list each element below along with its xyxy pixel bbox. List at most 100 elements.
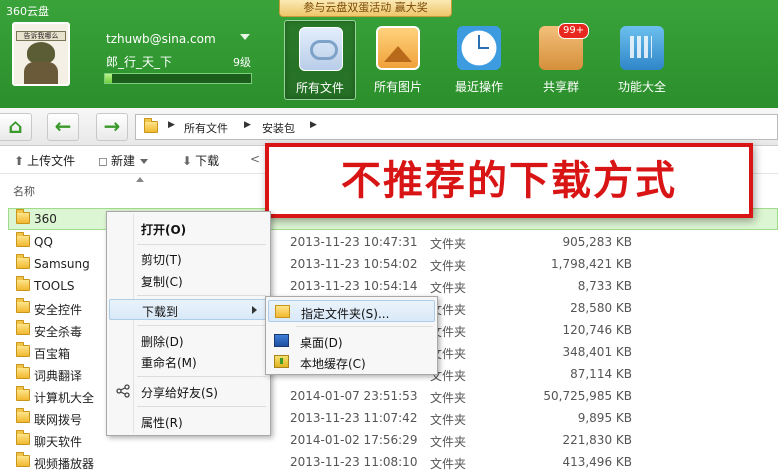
promo-banner[interactable]: 参与云盘双蛋活动 赢大奖 xyxy=(279,0,452,17)
upload-arrow-icon: ⬆ xyxy=(14,154,25,168)
folder-icon xyxy=(16,276,30,291)
file-type: 文件夹 xyxy=(430,435,467,449)
share-icon[interactable]: < xyxy=(250,152,263,166)
forward-button[interactable]: → xyxy=(96,113,128,141)
file-name: Samsung xyxy=(34,257,90,271)
nav-label: 功能大全 xyxy=(617,80,666,94)
file-name: 视频播放器 xyxy=(34,457,95,471)
folder-icon xyxy=(16,342,30,357)
breadcrumb-item[interactable]: 所有文件 xyxy=(184,120,228,136)
submenu-item-local-cache[interactable]: 本地缓存(C) xyxy=(268,351,435,373)
files-cloud-icon xyxy=(299,27,343,71)
level-progress-bar xyxy=(104,73,252,84)
submenu-item-desktop[interactable]: 桌面(D) xyxy=(268,330,435,352)
folder-icon xyxy=(16,430,30,445)
file-date: 2013-11-23 11:07:42 xyxy=(290,411,418,425)
file-name: TOOLS xyxy=(34,279,75,293)
nav-recent[interactable]: 最近操作 xyxy=(443,20,515,100)
folder-icon xyxy=(144,118,158,133)
download-to-submenu: 指定文件夹(S)... 桌面(D) 本地缓存(C) xyxy=(265,296,438,375)
share-icon xyxy=(116,384,130,398)
nav-label: 最近操作 xyxy=(454,80,503,94)
menu-item-share[interactable]: 分享给好友(S) xyxy=(109,381,268,402)
upload-button[interactable]: ⬆ 上传文件 xyxy=(14,152,75,169)
home-button[interactable]: ⌂ xyxy=(0,113,32,141)
file-size: 348,401 KB xyxy=(562,345,632,359)
file-date: 2014-01-07 23:51:53 xyxy=(290,389,418,403)
folder-icon xyxy=(16,452,30,467)
breadcrumb[interactable]: ▶ 所有文件 ▶ 安装包 ▶ xyxy=(135,114,778,140)
download-arrow-icon: ⬇ xyxy=(182,154,193,168)
file-row[interactable]: 视频播放器 2013-11-23 11:08:10 文件夹 413,496 KB xyxy=(0,451,778,473)
breadcrumb-item[interactable]: 安装包 xyxy=(262,120,295,136)
nav-all-files[interactable]: 所有文件 xyxy=(284,20,356,100)
file-type: 文件夹 xyxy=(430,413,467,427)
tools-icon xyxy=(620,26,664,70)
avatar[interactable]: 告诉我哪么 xyxy=(12,22,70,86)
file-type: 文件夹 xyxy=(430,281,467,295)
folder-icon xyxy=(16,298,30,313)
chevron-right-icon xyxy=(252,306,257,314)
clock-icon xyxy=(457,26,501,70)
nav-share-group[interactable]: 99+ 共享群 xyxy=(525,20,597,100)
forward-arrow-icon: → xyxy=(103,114,121,138)
address-bar: ⌂ ← → ▶ 所有文件 ▶ 安装包 ▶ xyxy=(0,108,778,146)
sort-arrow-icon xyxy=(136,177,144,182)
file-size: 87,114 KB xyxy=(570,367,632,381)
file-name: 360 xyxy=(34,212,57,226)
download-button[interactable]: ⬇ 下载 xyxy=(182,152,219,169)
submenu-item-folder[interactable]: 指定文件夹(S)... xyxy=(268,300,435,322)
file-size: 28,580 KB xyxy=(570,301,632,315)
nav-all-photos[interactable]: 所有图片 xyxy=(362,20,434,100)
column-name-header[interactable]: 名称 xyxy=(13,183,35,199)
back-button[interactable]: ← xyxy=(47,113,79,141)
file-size: 221,830 KB xyxy=(562,433,632,447)
file-name: 聊天软件 xyxy=(34,435,83,449)
nav-label: 所有图片 xyxy=(373,80,422,94)
file-name: 联网拨号 xyxy=(34,413,83,427)
user-nickname: 郎_行_天_下 xyxy=(106,55,173,69)
file-name: 词典翻译 xyxy=(34,369,83,383)
new-button[interactable]: ◻ 新建 xyxy=(98,152,148,169)
file-type: 文件夹 xyxy=(430,391,467,405)
annotation-callout: 不推荐的下载方式 xyxy=(265,143,753,218)
nav-label: 所有文件 xyxy=(295,81,344,95)
file-size: 120,746 KB xyxy=(562,323,632,337)
menu-item-copy[interactable]: 复制(C) xyxy=(109,270,268,291)
folder-icon xyxy=(16,209,30,224)
file-size: 413,496 KB xyxy=(562,455,632,469)
top-header: 360云盘 参与云盘双蛋活动 赢大奖 告诉我哪么 tzhuwb@sina.com… xyxy=(0,0,778,108)
user-email[interactable]: tzhuwb@sina.com xyxy=(106,32,216,46)
menu-item-download-to[interactable]: 下载到 xyxy=(109,299,268,320)
file-size: 9,895 KB xyxy=(577,411,632,425)
menu-item-cut[interactable]: 剪切(T) xyxy=(109,248,268,269)
menu-item-delete[interactable]: 删除(D) xyxy=(109,330,268,351)
folder-icon xyxy=(16,320,30,335)
menu-item-open[interactable]: 打开(O) xyxy=(109,218,268,239)
file-type: 文件夹 xyxy=(430,259,467,273)
user-level: 9级 xyxy=(233,56,251,69)
context-menu: 打开(O) 剪切(T) 复制(C) 下载到 删除(D) 重命名(M) 分享给好友… xyxy=(106,211,271,436)
chevron-down-icon xyxy=(139,159,148,164)
file-size: 50,725,985 KB xyxy=(543,389,632,403)
back-arrow-icon: ← xyxy=(54,114,72,138)
avatar-caption: 告诉我哪么 xyxy=(16,31,66,41)
download-label: 下载 xyxy=(195,154,220,168)
file-type: 文件夹 xyxy=(430,237,467,251)
upload-label: 上传文件 xyxy=(27,154,76,168)
menu-item-properties[interactable]: 属性(R) xyxy=(109,411,268,432)
menu-item-rename[interactable]: 重命名(M) xyxy=(109,351,268,372)
file-size: 1,798,421 KB xyxy=(551,257,632,271)
folder-icon xyxy=(16,232,30,247)
new-label: 新建 xyxy=(110,154,135,168)
file-name: 安全杀毒 xyxy=(34,325,83,339)
new-document-icon: ◻ xyxy=(98,154,108,168)
account-dropdown-icon[interactable] xyxy=(240,34,250,40)
local-cache-icon xyxy=(274,355,289,368)
folder-icon xyxy=(275,305,290,318)
photos-icon xyxy=(376,26,420,70)
file-name: QQ xyxy=(34,235,53,249)
nav-tools[interactable]: 功能大全 xyxy=(606,20,678,100)
file-type: 文件夹 xyxy=(430,457,467,471)
file-date: 2013-11-23 10:54:02 xyxy=(290,257,418,271)
